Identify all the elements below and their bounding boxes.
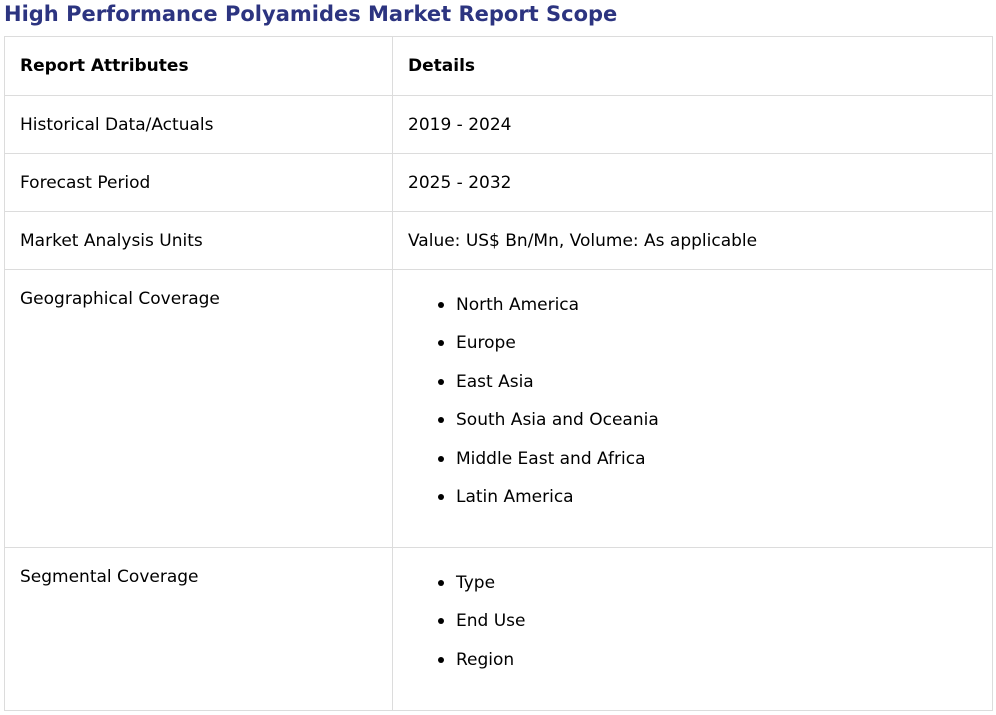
bullet-icon — [438, 618, 444, 625]
list-item: Region — [438, 641, 977, 679]
list-item-label: Type — [456, 573, 496, 593]
list-item: Europe — [438, 324, 977, 362]
list-item: Latin America — [438, 478, 977, 516]
list-item-label: South Asia and Oceania — [456, 410, 659, 431]
details-cell: Type End Use Region — [392, 547, 993, 711]
list-item: Middle East and Africa — [438, 440, 977, 478]
list-item-label: Region — [456, 649, 515, 670]
list-item: Type — [438, 564, 977, 602]
list-item: East Asia — [438, 363, 977, 401]
bullet-icon — [438, 340, 444, 347]
attribute-cell: Market Analysis Units — [4, 211, 393, 270]
bullet-icon — [438, 656, 444, 663]
bullet-icon — [438, 455, 444, 462]
bullet-icon — [438, 417, 444, 424]
bullet-icon — [438, 493, 444, 500]
report-scope-table: Report Attributes Details Historical Dat… — [4, 36, 993, 711]
bullet-icon — [438, 580, 444, 586]
geographical-coverage-list: North America Europe East Asia South Asi… — [408, 286, 977, 516]
list-item: North America — [438, 286, 977, 324]
page-title: High Performance Polyamides Market Repor… — [4, 2, 618, 26]
bullet-icon — [438, 302, 444, 308]
attribute-cell: Geographical Coverage — [4, 269, 393, 548]
attribute-cell: Segmental Coverage — [4, 547, 393, 711]
table-header-row: Report Attributes Details — [4, 36, 993, 96]
table-row-historical-data: Historical Data/Actuals 2019 - 2024 — [4, 95, 993, 154]
attribute-cell: Historical Data/Actuals — [4, 95, 393, 154]
details-cell: 2025 - 2032 — [392, 153, 993, 212]
details-cell: North America Europe East Asia South Asi… — [392, 269, 993, 548]
list-item: End Use — [438, 602, 977, 640]
table-row-forecast-period: Forecast Period 2025 - 2032 — [4, 153, 993, 212]
table-row-segmental-coverage: Segmental Coverage Type End Use Region — [4, 547, 993, 711]
list-item-label: Middle East and Africa — [456, 448, 646, 469]
list-item: South Asia and Oceania — [438, 401, 977, 439]
list-item-label: East Asia — [456, 371, 534, 392]
header-details: Details — [392, 36, 993, 96]
table-row-market-analysis-units: Market Analysis Units Value: US$ Bn/Mn, … — [4, 211, 993, 270]
bullet-icon — [438, 378, 444, 385]
details-cell: Value: US$ Bn/Mn, Volume: As applicable — [392, 211, 993, 270]
list-item-label: Latin America — [456, 486, 574, 507]
attribute-cell: Forecast Period — [4, 153, 393, 212]
list-item-label: North America — [456, 295, 580, 315]
header-report-attributes: Report Attributes — [4, 36, 393, 96]
table-row-geographical-coverage: Geographical Coverage North America Euro… — [4, 269, 993, 548]
details-cell: 2019 - 2024 — [392, 95, 993, 154]
list-item-label: Europe — [456, 333, 516, 354]
list-item-label: End Use — [456, 611, 526, 632]
segmental-coverage-list: Type End Use Region — [408, 564, 977, 679]
